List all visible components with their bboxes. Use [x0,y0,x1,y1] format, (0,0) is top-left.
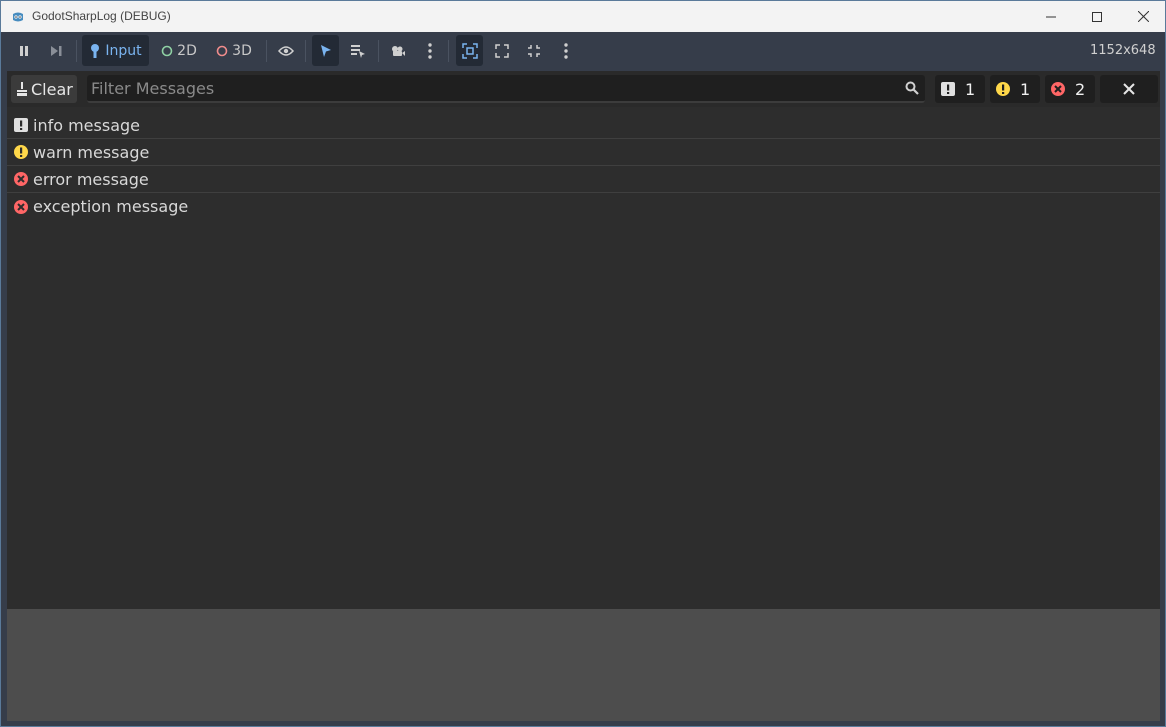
log-message-text: error message [33,169,149,189]
warn-count: 1 [1020,79,1031,99]
broom-icon [17,82,27,96]
close-icon [1123,83,1135,95]
input-mode-label: Input [105,42,142,59]
cursor-arrow-icon [320,44,331,57]
log-panel: Clear 1 1 2 [7,71,1160,609]
embed-frame-icon [461,42,478,59]
app-window: GodotSharpLog (DEBUG) Input 2D 3D 1152x6… [0,0,1166,727]
input-mode-button[interactable]: Input [82,35,149,66]
info-icon [14,118,28,132]
select-mode-button[interactable] [312,35,339,66]
mode-3d-button[interactable]: 3D [211,35,257,66]
list-select-icon [351,44,365,58]
error-filter-toggle[interactable]: 2 [1045,75,1095,103]
minimize-button[interactable] [1028,1,1074,32]
log-message-list: info message warn message error message … [7,112,1160,220]
godot-logo-icon [13,12,23,22]
warn-filter-toggle[interactable]: 1 [990,75,1040,103]
warning-icon [996,82,1010,96]
close-window-button[interactable] [1120,1,1166,32]
maximize-icon [1092,11,1102,22]
next-frame-button[interactable] [43,35,69,66]
fit-view-button[interactable] [489,35,515,66]
toolbar-separator [378,40,379,62]
filter-input[interactable] [87,75,887,101]
visibility-toggle-button[interactable] [273,35,299,66]
toolbar-separator [305,40,306,62]
step-forward-icon [51,45,62,56]
search-icon [905,81,919,95]
error-icon [14,199,28,214]
camera-button[interactable] [385,35,411,66]
log-message-text: exception message [33,197,189,216]
clear-label: Clear [31,79,73,99]
log-row-exception[interactable]: exception message [7,193,1160,220]
embed-window-button[interactable] [456,35,483,66]
log-row-error[interactable]: error message [7,166,1160,193]
toolbar-separator [266,40,267,62]
toolbar-separator [76,40,77,62]
node-2d-icon [161,45,173,56]
joystick-icon [91,43,100,58]
log-header: Clear 1 1 2 [7,71,1160,107]
expand-icon [495,43,509,58]
fullscreen-icon [528,44,540,57]
title-bar[interactable]: GodotSharpLog (DEBUG) [1,1,1165,32]
error-count: 2 [1075,79,1086,99]
camera-options-button[interactable] [419,35,441,66]
log-row-warn[interactable]: warn message [7,139,1160,166]
view-options-button[interactable] [555,35,577,66]
error-icon [1051,82,1065,96]
mode-2d-label: 2D [177,42,197,59]
more-vertical-icon [564,42,568,59]
error-icon [14,172,28,186]
window-title: GodotSharpLog (DEBUG) [32,9,171,23]
info-filter-toggle[interactable]: 1 [935,75,985,103]
info-icon [941,82,955,96]
pause-icon [20,45,28,56]
clear-button[interactable]: Clear [11,75,77,103]
warning-icon [14,145,28,159]
minimize-icon [1046,16,1056,17]
close-log-button[interactable] [1100,75,1158,103]
node-3d-icon [216,45,228,56]
log-message-text: info message [33,115,140,135]
maximize-button[interactable] [1074,1,1120,32]
pause-button[interactable] [11,35,37,66]
toolbar-separator [448,40,449,62]
log-row-info[interactable]: info message [7,112,1160,139]
game-viewport: Clear 1 1 2 [7,71,1160,721]
filter-box[interactable] [87,75,925,103]
more-vertical-icon [428,42,432,59]
mode-2d-button[interactable]: 2D [156,35,202,66]
log-message-text: warn message [33,142,150,162]
eye-icon [278,45,294,56]
fullscreen-button[interactable] [521,35,547,66]
list-select-button[interactable] [345,35,371,66]
camera-icon [392,45,405,56]
mode-3d-label: 3D [232,42,252,59]
resolution-label: 1152x648 [1090,43,1156,58]
game-toolbar: Input 2D 3D [1,32,1165,71]
close-icon [1137,11,1149,22]
info-count: 1 [965,79,976,99]
